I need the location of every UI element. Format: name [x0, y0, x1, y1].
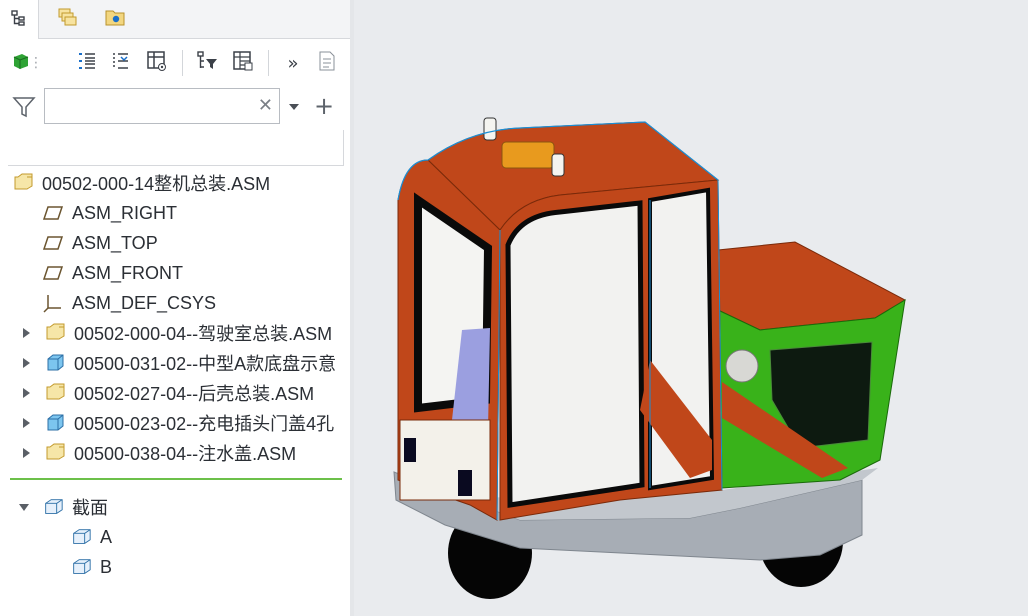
- tree-item[interactable]: 00500-038-04--注水盖.ASM: [0, 438, 370, 468]
- tree-section-divider: [10, 478, 342, 480]
- tree-toolbar: ⋮ »: [0, 40, 350, 84]
- tree-columns-button[interactable]: [228, 48, 258, 78]
- section-icon: [70, 526, 92, 548]
- headlight-right: [458, 470, 472, 496]
- favorites-tab[interactable]: [96, 0, 134, 38]
- tree-item-label: ASM_RIGHT: [72, 202, 178, 223]
- tree-item-label: B: [100, 556, 113, 577]
- tree-filter-icon: [195, 49, 219, 77]
- list-collapse-icon: [109, 49, 133, 77]
- assembly-icon: [44, 442, 66, 464]
- collapse-all-button[interactable]: [106, 48, 136, 78]
- grip-icon: ⋮: [29, 55, 43, 71]
- tree-item[interactable]: ASM_FRONT: [0, 258, 392, 288]
- coordinate-system-icon: [42, 292, 64, 314]
- cab-door-glass: [505, 200, 645, 508]
- layers-icon: [56, 7, 78, 31]
- search-input[interactable]: [51, 89, 255, 123]
- model-tree-tab[interactable]: [0, 0, 39, 39]
- tree-item-label: 00500-031-02--中型A款底盘示意: [74, 354, 337, 374]
- tree-item-sections[interactable]: 截面: [0, 492, 368, 522]
- tree-item[interactable]: ASM_DEF_CSYS: [0, 288, 392, 318]
- layers-tab[interactable]: [48, 0, 86, 38]
- document-list-icon: [315, 49, 339, 77]
- assembly-icon: [44, 382, 66, 404]
- section-icon: [70, 556, 92, 578]
- expand-arrow-icon[interactable]: [20, 357, 32, 369]
- datum-plane-icon: [42, 232, 64, 254]
- datum-plane-icon: [42, 202, 64, 224]
- roof-beacon: [501, 141, 555, 169]
- tree-item-label: ASM_DEF_CSYS: [72, 292, 217, 313]
- notes-button[interactable]: [312, 48, 342, 78]
- part-icon: [44, 352, 66, 374]
- expand-arrow-icon[interactable]: [20, 417, 32, 429]
- tree-item[interactable]: 00500-031-02--中型A款底盘示意: [0, 348, 370, 378]
- expand-all-button[interactable]: [72, 48, 102, 78]
- roof-lamp-left: [483, 117, 497, 141]
- tree-item[interactable]: ASM_RIGHT: [0, 198, 392, 228]
- tree-item-label: ASM_TOP: [72, 232, 158, 253]
- tree-item[interactable]: 00502-000-04--驾驶室总装.ASM: [0, 318, 370, 348]
- tree-item[interactable]: 00502-027-04--后壳总装.ASM: [0, 378, 370, 408]
- tree-item-label: 截面: [72, 498, 108, 518]
- assembly-icon: [44, 322, 66, 344]
- list-expand-icon: [75, 49, 99, 77]
- assembly-icon: [12, 172, 34, 194]
- show-columns-button[interactable]: [142, 48, 172, 78]
- tree-item-label: 00502-000-04--驾驶室总装.ASM: [74, 324, 333, 344]
- charging-port: [725, 349, 759, 383]
- toolbar-divider: [182, 50, 183, 76]
- roof-lamp-right: [551, 153, 565, 177]
- folder-star-icon: [104, 7, 126, 31]
- section-folder-icon: [42, 496, 64, 518]
- toolbar-divider: [268, 50, 269, 76]
- datum-plane-icon: [42, 262, 64, 284]
- graphics-viewport[interactable]: [354, 0, 1028, 616]
- tree-item-label: ASM_FRONT: [72, 262, 184, 283]
- vehicle-model[interactable]: [354, 0, 1028, 616]
- tree-filter-button[interactable]: [192, 48, 222, 78]
- search-box[interactable]: ✕: [44, 88, 280, 124]
- tree-item[interactable]: ASM_TOP: [0, 228, 392, 258]
- search-row: ✕ +: [0, 86, 350, 130]
- filter-funnel-icon[interactable]: [12, 95, 36, 123]
- double-chevron-right-icon: »: [287, 52, 299, 74]
- clear-icon[interactable]: ✕: [258, 95, 273, 117]
- tree-item-label: 00502-027-04--后壳总装.ASM: [74, 384, 315, 404]
- tree-item-label: 00502-000-14整机总装.ASM: [42, 174, 271, 194]
- search-dropdown-icon[interactable]: [288, 98, 300, 117]
- expand-arrow-icon[interactable]: [20, 327, 32, 339]
- tree-item-label: 00500-038-04--注水盖.ASM: [74, 444, 297, 464]
- model-tree-panel: ⋮ » ✕ + 00502-000-14整机总装.ASM ASM_RIGHT A…: [0, 0, 351, 616]
- tree-item-root[interactable]: 00502-000-14整机总装.ASM: [0, 168, 362, 198]
- filter-results-area: [8, 130, 344, 166]
- grip-handle[interactable]: ⋮: [29, 48, 43, 78]
- expand-arrow-icon[interactable]: [20, 447, 32, 459]
- tree-item-label: A: [100, 526, 113, 547]
- headlight-left: [404, 438, 416, 462]
- expand-arrow-icon[interactable]: [20, 387, 32, 399]
- tree-item-label: 00500-023-02--充电插头门盖4孔: [74, 414, 335, 434]
- tree-icon: [10, 9, 28, 31]
- columns-settings-icon: [231, 49, 255, 77]
- collapse-arrow-icon[interactable]: [18, 501, 30, 513]
- panel-tab-bar: [0, 0, 350, 39]
- table-eye-icon: [145, 49, 169, 77]
- add-filter-icon[interactable]: +: [314, 94, 334, 118]
- more-tools-button[interactable]: »: [278, 48, 308, 78]
- part-icon: [44, 412, 66, 434]
- tree-item[interactable]: 00500-023-02--充电插头门盖4孔: [0, 408, 370, 438]
